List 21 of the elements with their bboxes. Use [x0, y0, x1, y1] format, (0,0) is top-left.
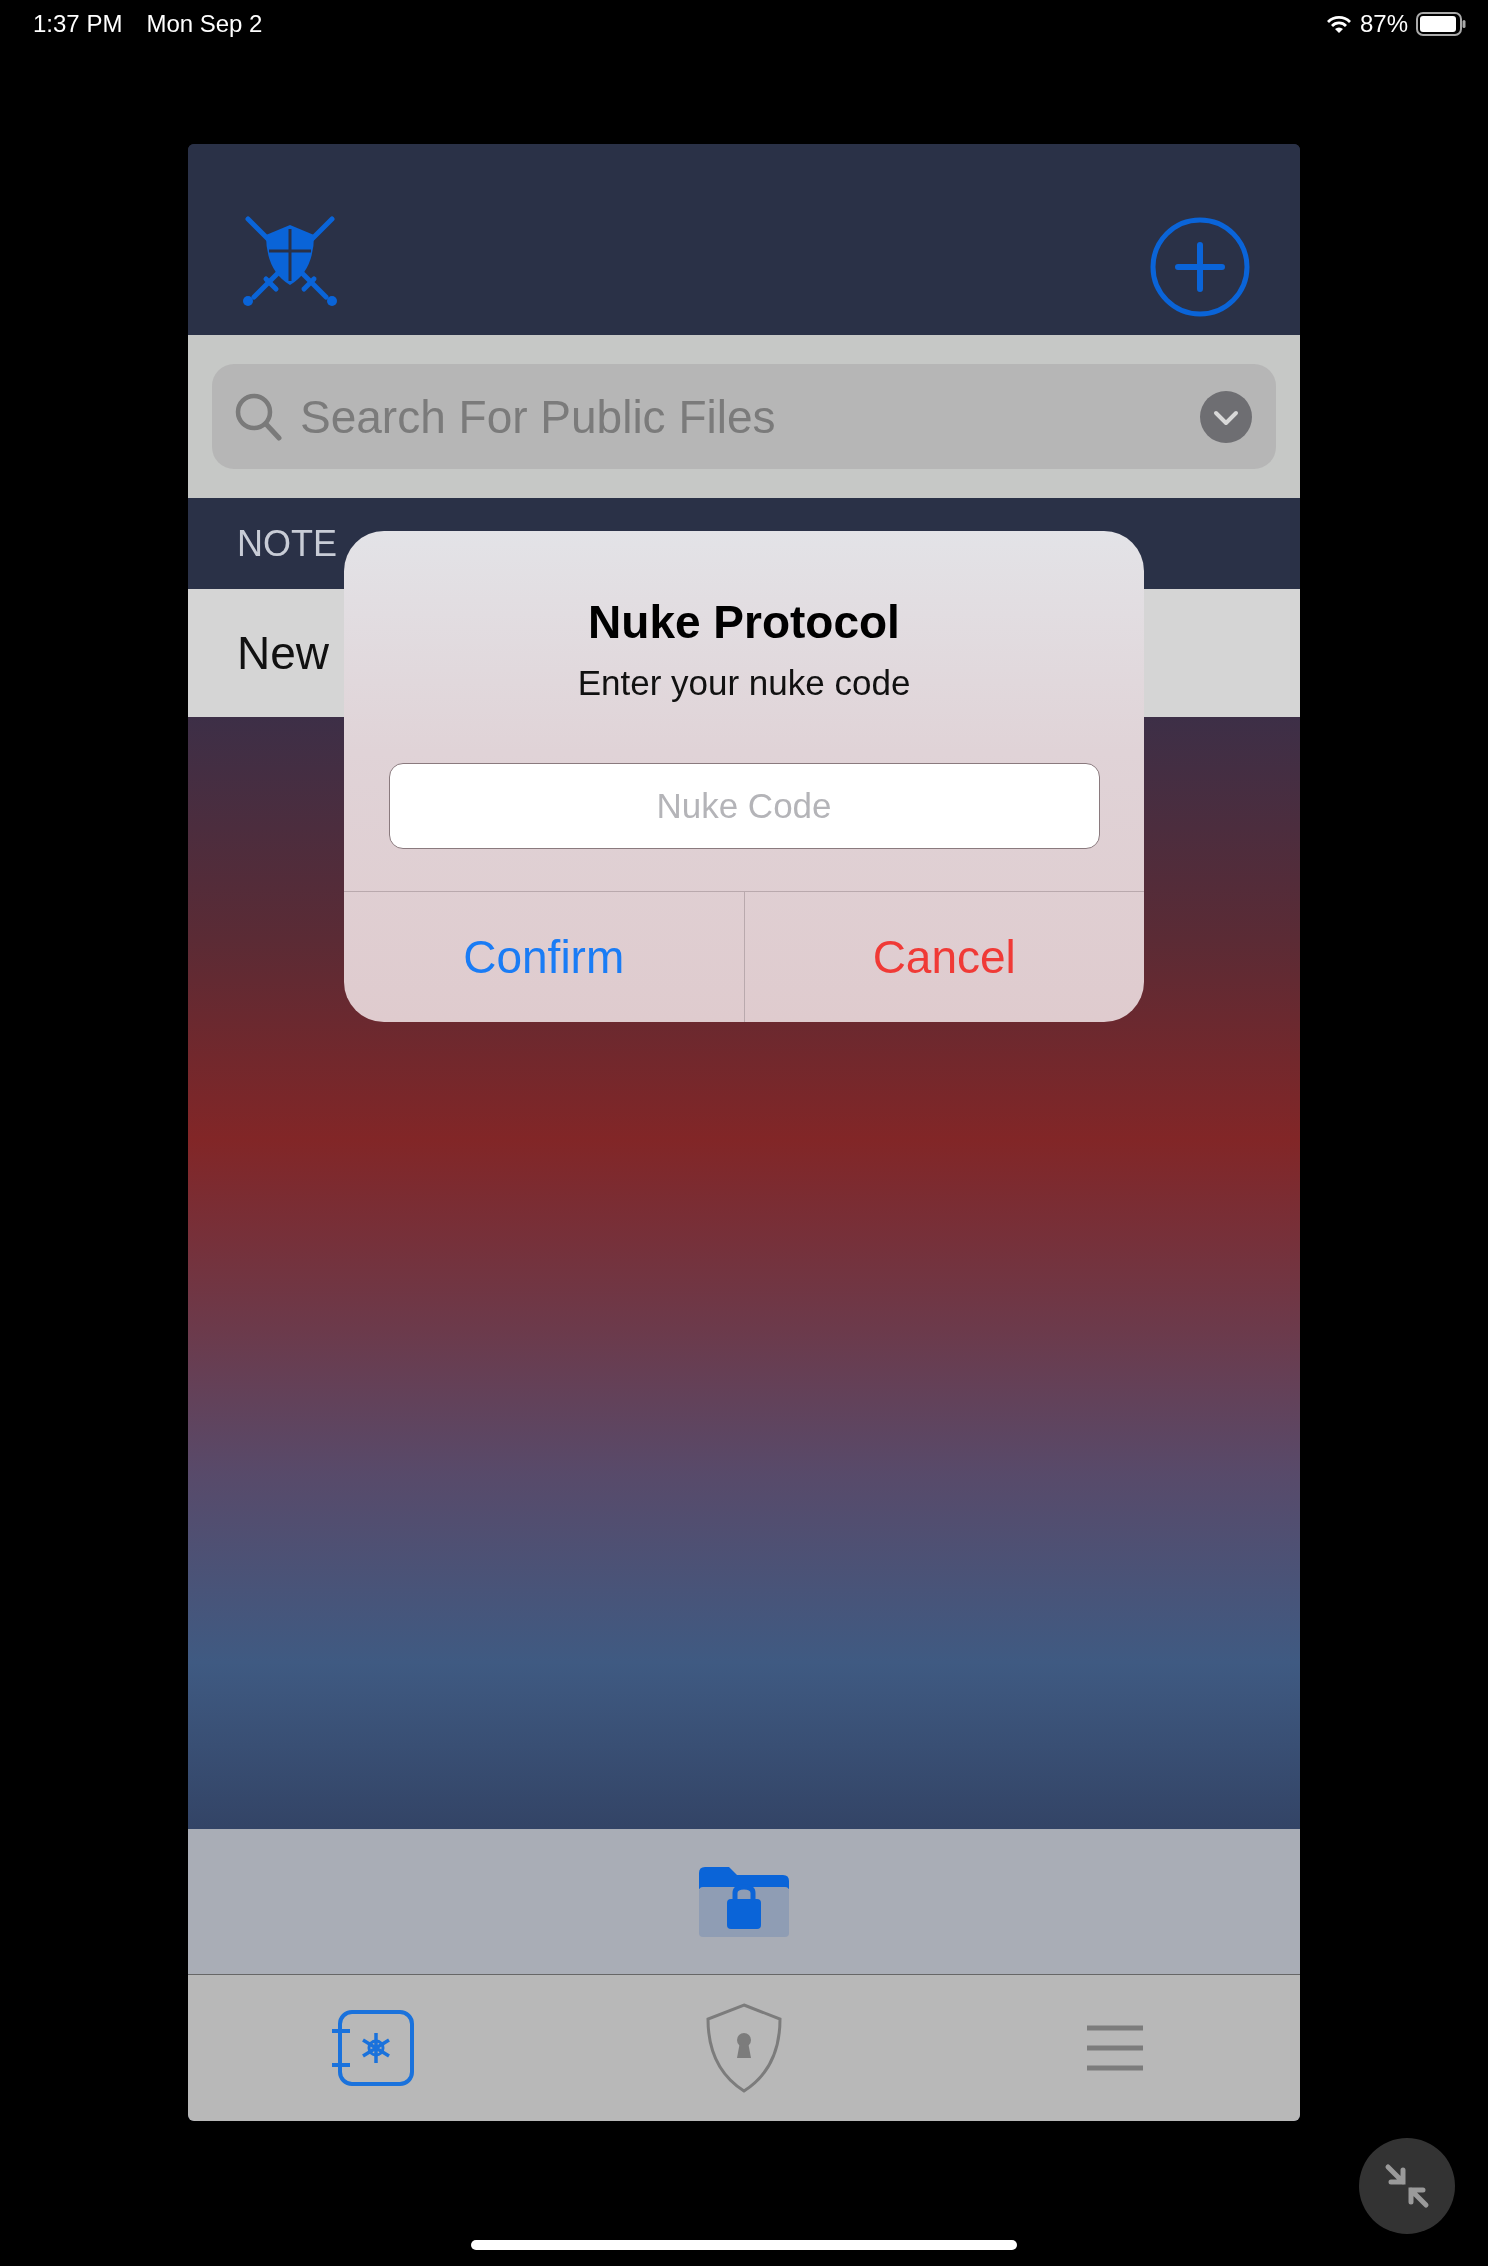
section-header: NOTE [237, 522, 337, 565]
search-placeholder: Search For Public Files [300, 389, 777, 444]
status-date: Mon Sep 2 [146, 10, 263, 38]
battery-percent: 87% [1359, 10, 1408, 38]
input-field[interactable]: Nuke Code [388, 763, 1100, 849]
folder-lock-icon[interactable] [699, 1864, 789, 1939]
vault-icon[interactable] [330, 2009, 417, 2087]
dialog-message: Enter your nuke code [577, 663, 911, 703]
battery-icon [1416, 12, 1466, 36]
wifi-icon [1325, 14, 1352, 34]
menu-icon[interactable] [1086, 2025, 1143, 2071]
status-time: 1:37 PM [33, 10, 123, 38]
dialog-title: Nuke Protocol [588, 595, 900, 649]
collapse-arrows-icon [1384, 2163, 1430, 2209]
cancel-button[interactable]: Cancel [743, 892, 1144, 1022]
add-icon[interactable] [1150, 217, 1250, 317]
search-icon [234, 391, 282, 442]
shield-keyhole-icon[interactable] [704, 2002, 784, 2094]
search-field[interactable]: Search For Public Files [212, 364, 1276, 469]
confirm-button[interactable]: Confirm [344, 892, 744, 1022]
chevron-down-icon[interactable] [1200, 390, 1252, 443]
